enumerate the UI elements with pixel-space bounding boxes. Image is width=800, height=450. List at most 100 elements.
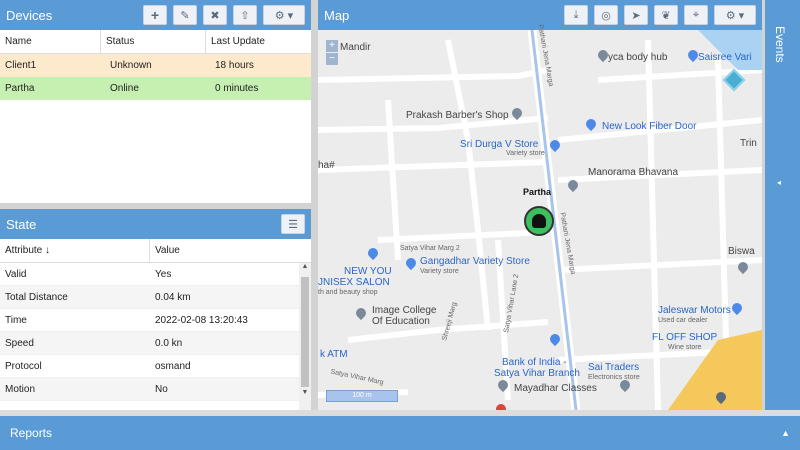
zoom-out-button[interactable]: − [326, 53, 338, 65]
attr-value: 2022-02-08 13:20:43 [155, 314, 248, 326]
state-row: Valid Yes [0, 263, 311, 286]
scale-bar: 100 m [326, 390, 398, 402]
state-scrollbar[interactable]: ▲ ▼ [299, 263, 311, 410]
map-label: k ATM [320, 349, 348, 360]
attr-value: osmand [155, 360, 191, 372]
upload-button[interactable]: ⇧ [233, 5, 257, 25]
column-status[interactable]: Status [101, 30, 206, 53]
map-label: Mayadhar Classes [514, 383, 597, 394]
map-label: JNISEX SALON [318, 277, 390, 288]
map-label: Gangadhar Variety Store [420, 256, 530, 267]
map-label: Used car dealer [658, 317, 708, 324]
state-row: Motion No [0, 378, 311, 401]
vertical-splitter[interactable] [311, 0, 318, 410]
target-button[interactable]: ◎ [594, 5, 618, 25]
expand-arrow-icon[interactable]: ▲ [781, 428, 790, 438]
state-row: Speed 0.0 kn [0, 332, 311, 355]
map-label: NEW YOU [344, 266, 392, 277]
map-label: ha# [318, 160, 335, 171]
events-title[interactable]: Events [773, 26, 787, 63]
devices-grid-header: Name Status Last Update [0, 30, 311, 54]
crosshair-icon: ⌖ [692, 8, 700, 21]
map-settings-button[interactable]: ⚙ ▾ [714, 5, 756, 25]
map-label: Satya Vihar Marg 2 [400, 245, 460, 252]
add-device-button[interactable]: + [143, 5, 167, 25]
column-name[interactable]: Name [0, 30, 101, 53]
map-label: Sri Durga V Store [460, 139, 539, 150]
navigate-icon: ➤ [631, 9, 641, 22]
device-settings-button[interactable]: ⚙ ▾ [263, 5, 305, 25]
person-icon [532, 214, 546, 228]
device-name: Partha [5, 83, 35, 94]
attr-name: Time [5, 314, 27, 326]
navigate-button[interactable]: ➤ [624, 5, 648, 25]
scroll-down-icon[interactable]: ▼ [299, 389, 311, 401]
download-icon: ⤓ [573, 8, 579, 21]
map-label: Bank of India - [502, 357, 567, 368]
events-panel[interactable]: Events ◂ [765, 0, 800, 410]
map-label: Manorama Bhavana [588, 167, 679, 178]
device-row-partha[interactable]: Partha Online 0 minutes [0, 77, 311, 100]
collapse-arrow-icon[interactable]: ◂ [777, 178, 781, 187]
column-attribute-label: Attribute [5, 245, 43, 256]
map-label: Sai Traders [588, 362, 640, 373]
map-label: Trin [740, 138, 757, 149]
remove-device-button[interactable]: ✖ [203, 5, 227, 25]
paw-button[interactable]: ❦ [654, 5, 678, 25]
reports-title[interactable]: Reports [10, 426, 781, 440]
map-label: Of Education [372, 316, 430, 327]
attr-value: 0.0 kn [155, 337, 183, 349]
map-label: Variety store [420, 268, 459, 275]
state-row: Time 2022-02-08 13:20:43 [0, 309, 311, 332]
map-label: Mandir [340, 42, 371, 53]
pencil-icon: ✎ [180, 9, 190, 22]
gear-icon: ⚙ ▾ [274, 9, 294, 22]
attr-value: 0.04 km [155, 291, 191, 303]
menu-icon: ☰ [288, 218, 298, 231]
state-list: Valid Yes Total Distance 0.04 km Time 2022-… [0, 263, 311, 410]
state-grid-header: Attribute ↓ Value [0, 239, 311, 263]
device-row-client1[interactable]: Client1 Unknown 18 hours [0, 54, 311, 77]
reports-panel[interactable]: Reports ▲ [0, 416, 800, 450]
device-status: Unknown [110, 60, 152, 71]
download-button[interactable]: ⤓ [564, 5, 588, 25]
map-label: Image College [372, 305, 437, 316]
crosshair-button[interactable]: ⌖ [684, 5, 708, 25]
map-label: Satya Vihar Branch [494, 368, 580, 379]
state-header: State ☰ [0, 209, 311, 239]
map-label: Electronics store [588, 374, 640, 381]
map-label: New Look Fiber Door [602, 121, 697, 132]
map-label: th and beauty shop [318, 289, 378, 296]
horizontal-splitter[interactable] [0, 203, 311, 209]
device-name: Client1 [5, 60, 37, 71]
close-icon: ✖ [210, 9, 220, 22]
attr-name: Total Distance [5, 291, 68, 303]
attr-name: Speed [5, 337, 34, 349]
upload-icon: ⇧ [240, 9, 250, 22]
state-row: Total Distance 0.04 km [0, 286, 311, 309]
attr-value: No [155, 383, 168, 395]
column-attribute[interactable]: Attribute ↓ [0, 239, 150, 262]
scroll-up-icon[interactable]: ▲ [299, 263, 311, 275]
plus-icon: + [150, 7, 160, 23]
column-last-update[interactable]: Last Update [206, 30, 311, 53]
attr-name: Protocol [5, 360, 42, 372]
state-row: Protocol osmand [0, 355, 311, 378]
target-icon: ◎ [601, 9, 611, 22]
device-marker[interactable] [524, 206, 554, 236]
map-label: Variety store [506, 150, 545, 157]
map-label: yca body hub [608, 52, 668, 63]
map-label: Biswa [728, 246, 755, 257]
state-menu-button[interactable]: ☰ [281, 214, 305, 234]
devices-header: Devices + ✎ ✖ ⇧ ⚙ ▾ [0, 0, 311, 30]
device-last-update: 18 hours [215, 60, 254, 71]
device-status: Online [110, 83, 139, 94]
scroll-thumb[interactable] [301, 277, 309, 387]
attr-value: Yes [155, 268, 172, 280]
edit-device-button[interactable]: ✎ [173, 5, 197, 25]
zoom-in-button[interactable]: + [326, 40, 338, 52]
state-title: State [6, 216, 37, 232]
device-last-update: 0 minutes [215, 83, 259, 94]
column-value[interactable]: Value [150, 239, 311, 262]
gear-icon: ⚙ ▾ [725, 9, 745, 22]
